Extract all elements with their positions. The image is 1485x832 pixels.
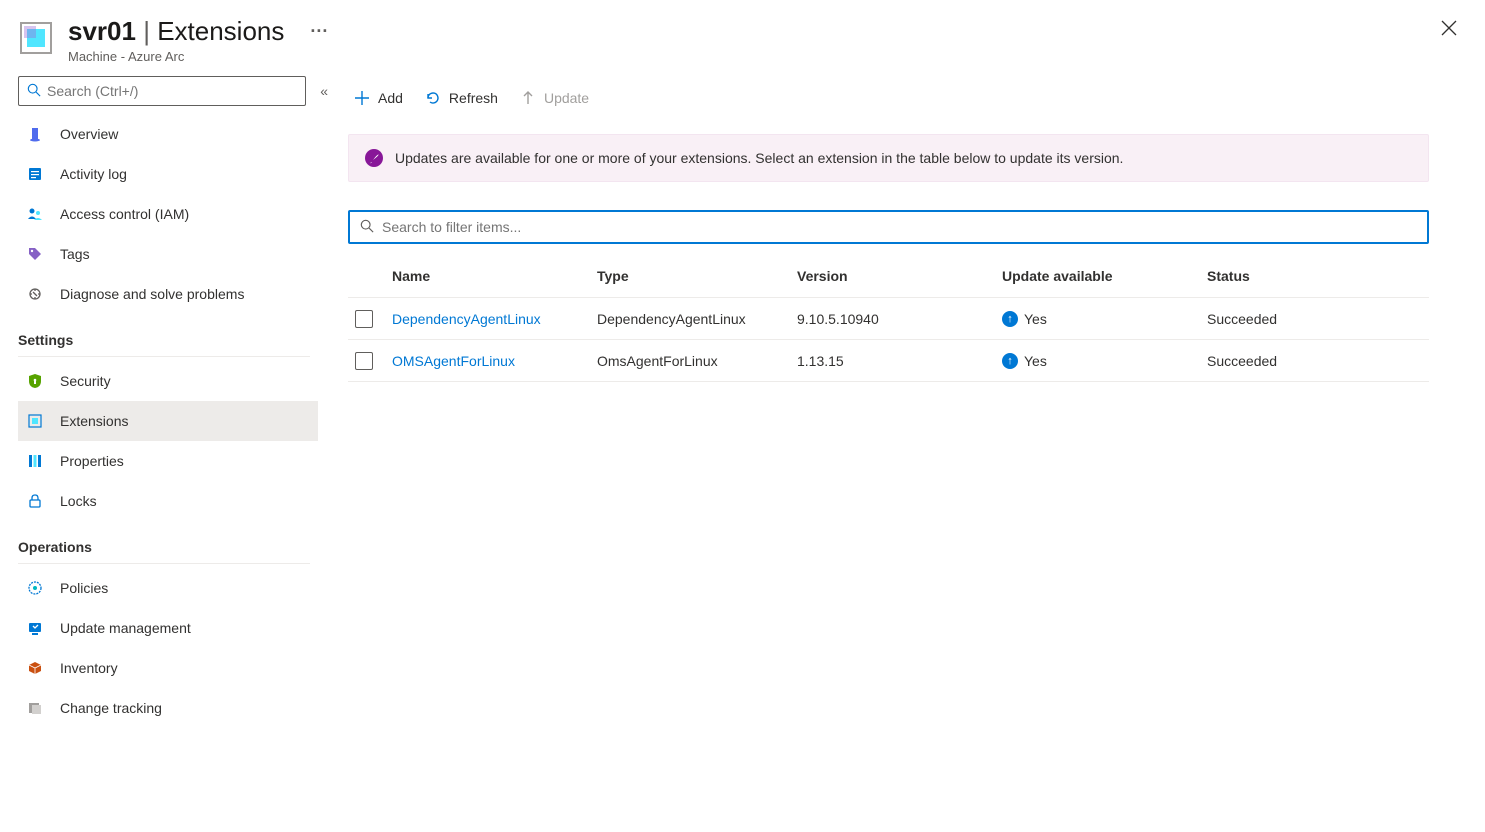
nav-access-control[interactable]: Access control (IAM) xyxy=(18,194,318,234)
nav-security[interactable]: Security xyxy=(18,361,318,401)
update-available-icon: ↑ xyxy=(1002,311,1018,327)
table-row[interactable]: DependencyAgentLinux DependencyAgentLinu… xyxy=(348,298,1429,340)
arrow-up-icon xyxy=(520,90,536,106)
extension-type: OmsAgentForLinux xyxy=(597,353,797,369)
update-button: Update xyxy=(518,86,591,110)
nav-policies[interactable]: Policies xyxy=(18,568,318,608)
tags-icon xyxy=(26,245,44,263)
filter-input[interactable] xyxy=(382,219,1417,235)
diagnose-icon xyxy=(26,285,44,303)
extension-status: Succeeded xyxy=(1207,311,1429,327)
banner-text: Updates are available for one or more of… xyxy=(395,150,1123,166)
update-management-icon xyxy=(26,619,44,637)
rocket-icon xyxy=(365,149,383,167)
nav-locks[interactable]: Locks xyxy=(18,481,318,521)
info-banner: Updates are available for one or more of… xyxy=(348,134,1429,182)
refresh-button[interactable]: Refresh xyxy=(423,86,500,110)
extension-name-link[interactable]: DependencyAgentLinux xyxy=(392,311,597,327)
section-settings: Settings xyxy=(18,314,310,357)
section-operations: Operations xyxy=(18,521,310,564)
row-checkbox[interactable] xyxy=(355,310,373,328)
nav-properties[interactable]: Properties xyxy=(18,441,318,481)
policies-icon xyxy=(26,579,44,597)
change-tracking-icon xyxy=(26,699,44,717)
nav-extensions[interactable]: Extensions xyxy=(18,401,318,441)
collapse-sidebar-button[interactable]: « xyxy=(316,79,332,103)
more-menu[interactable]: ··· xyxy=(310,21,328,42)
nav-overview[interactable]: Overview xyxy=(18,114,318,154)
resource-name: svr01 xyxy=(68,16,136,46)
search-icon xyxy=(27,83,41,100)
locks-icon xyxy=(26,492,44,510)
nav-update-management[interactable]: Update management xyxy=(18,608,318,648)
add-button[interactable]: Add xyxy=(352,86,405,110)
sidebar-search[interactable] xyxy=(18,76,306,106)
extension-type: DependencyAgentLinux xyxy=(597,311,797,327)
nav-diagnose[interactable]: Diagnose and solve problems xyxy=(18,274,318,314)
toolbar: Add Refresh Update xyxy=(348,76,1429,120)
nav-tags[interactable]: Tags xyxy=(18,234,318,274)
sidebar-search-input[interactable] xyxy=(47,83,297,99)
table-header: Name Type Version Update available Statu… xyxy=(348,254,1429,298)
main-content: Add Refresh Update Updates are available… xyxy=(340,76,1485,832)
plus-icon xyxy=(354,90,370,106)
col-update[interactable]: Update available xyxy=(1002,268,1207,284)
extension-status: Succeeded xyxy=(1207,353,1429,369)
page-title: Extensions xyxy=(157,16,284,46)
col-status[interactable]: Status xyxy=(1207,268,1429,284)
close-button[interactable] xyxy=(1437,16,1461,43)
extension-update: ↑ Yes xyxy=(1002,353,1207,369)
refresh-icon xyxy=(425,90,441,106)
extension-name-link[interactable]: OMSAgentForLinux xyxy=(392,353,597,369)
extensions-icon xyxy=(26,412,44,430)
sidebar: « Overview Activity log Access control (… xyxy=(0,76,340,832)
extension-update: ↑ Yes xyxy=(1002,311,1207,327)
col-type[interactable]: Type xyxy=(597,268,797,284)
row-checkbox[interactable] xyxy=(355,352,373,370)
update-available-icon: ↑ xyxy=(1002,353,1018,369)
extensions-table: Name Type Version Update available Statu… xyxy=(348,254,1429,382)
col-version[interactable]: Version xyxy=(797,268,1002,284)
overview-icon xyxy=(26,125,44,143)
resource-icon xyxy=(18,20,54,56)
filter-box[interactable] xyxy=(348,210,1429,244)
properties-icon xyxy=(26,452,44,470)
table-row[interactable]: OMSAgentForLinux OmsAgentForLinux 1.13.1… xyxy=(348,340,1429,382)
log-icon xyxy=(26,165,44,183)
search-icon xyxy=(360,219,374,236)
nav-change-tracking[interactable]: Change tracking xyxy=(18,688,318,728)
iam-icon xyxy=(26,205,44,223)
extension-version: 9.10.5.10940 xyxy=(797,311,1002,327)
inventory-icon xyxy=(26,659,44,677)
security-icon xyxy=(26,372,44,390)
nav-inventory[interactable]: Inventory xyxy=(18,648,318,688)
col-name[interactable]: Name xyxy=(392,268,597,284)
extension-version: 1.13.15 xyxy=(797,353,1002,369)
blade-header: svr01 | Extensions ··· Machine - Azure A… xyxy=(0,0,1485,76)
nav-activity-log[interactable]: Activity log xyxy=(18,154,318,194)
resource-type-subtitle: Machine - Azure Arc xyxy=(68,49,1423,64)
